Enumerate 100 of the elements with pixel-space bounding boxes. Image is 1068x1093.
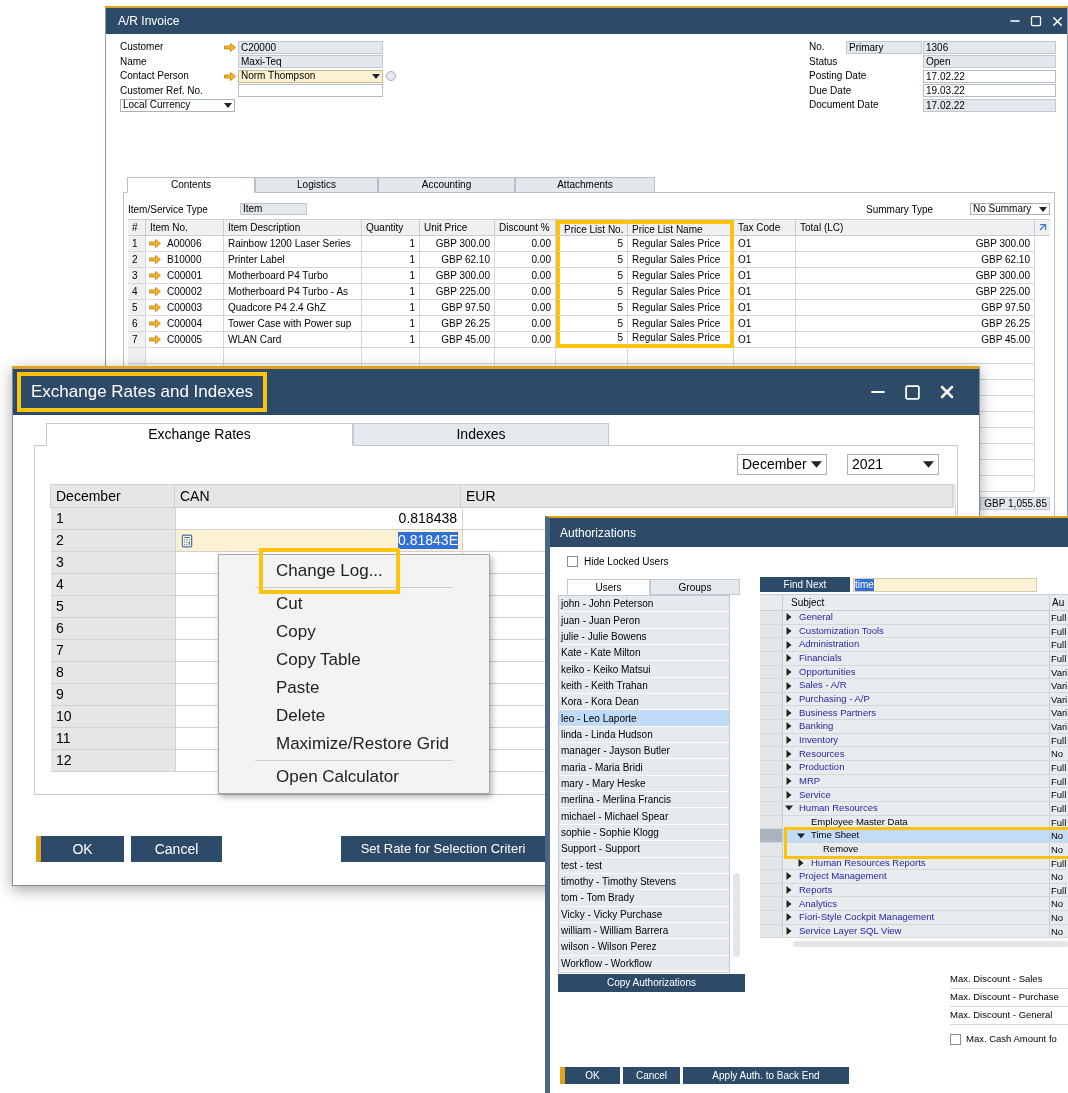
column-header[interactable]: Discount % (495, 219, 556, 236)
tab[interactable]: Exchange Rates (46, 423, 353, 446)
user-list-item[interactable]: keiko - Keiko Matsui (559, 661, 729, 678)
column-header[interactable]: Quantity (362, 219, 420, 236)
tab[interactable]: Accounting (378, 176, 515, 193)
column-header[interactable]: Au (1050, 595, 1068, 610)
user-list-item[interactable]: john - John Peterson (559, 596, 729, 613)
tab[interactable]: Groups (650, 579, 740, 595)
dropdown[interactable]: December (737, 454, 827, 475)
menu-item[interactable]: Change Log... (259, 548, 400, 594)
input-field[interactable]: C20000 (238, 40, 383, 54)
link-arrow-icon[interactable] (224, 71, 236, 81)
tab[interactable]: Contents (127, 176, 255, 193)
user-list-item[interactable]: leo - Leo Laporte (559, 710, 729, 727)
collapsed-arrow-icon[interactable] (785, 681, 793, 690)
scrollbar[interactable] (793, 941, 1068, 948)
column-header[interactable]: Item Description (224, 219, 362, 236)
tree-row[interactable]: Resources No (760, 747, 1068, 762)
tree-row[interactable]: Sales - A/R Vari (760, 679, 1068, 693)
table-cell[interactable]: 0.81843E (176, 530, 463, 552)
tree-row[interactable]: Fiori-Style Cockpit Management No (760, 911, 1068, 925)
dialog-button[interactable]: OK (560, 1067, 620, 1084)
collapsed-arrow-icon[interactable] (785, 790, 793, 799)
tree-row[interactable]: Administration Full (760, 638, 1068, 652)
collapsed-arrow-icon[interactable] (785, 722, 793, 731)
column-header[interactable]: EUR (460, 484, 953, 508)
dropdown[interactable]: 2021 (847, 454, 939, 475)
dropdown[interactable]: No Summary (970, 203, 1050, 215)
maximize-icon[interactable] (904, 383, 921, 401)
maximize-icon[interactable] (1030, 15, 1042, 27)
tree-row[interactable]: General Full (760, 611, 1068, 625)
collapsed-arrow-icon[interactable] (785, 626, 793, 635)
input-field[interactable]: Maxi-Teq (238, 55, 383, 69)
tab[interactable]: Logistics (255, 176, 378, 193)
input-field[interactable]: 19.03.22 (923, 84, 1056, 98)
series-field[interactable]: Primary (846, 40, 922, 54)
tree-row[interactable]: Production Full (760, 761, 1068, 775)
tree-row[interactable]: Analytics No (760, 897, 1068, 912)
collapsed-arrow-icon[interactable] (785, 913, 793, 922)
checkbox[interactable] (567, 556, 578, 567)
column-header[interactable]: Item No. (146, 219, 224, 236)
link-arrow-icon[interactable] (149, 318, 161, 328)
find-next-button[interactable]: Find Next (760, 577, 850, 592)
collapsed-arrow-icon[interactable] (785, 899, 793, 908)
user-list-item[interactable]: juan - Juan Peron (559, 612, 729, 629)
dropdown[interactable]: Local Currency (120, 98, 235, 112)
collapsed-arrow-icon[interactable] (785, 640, 793, 649)
collapsed-arrow-icon[interactable] (785, 777, 793, 785)
collapsed-arrow-icon[interactable] (797, 858, 805, 867)
column-header[interactable]: Total (LC) (796, 219, 1035, 236)
tab[interactable]: Attachments (515, 176, 655, 193)
input-field[interactable]: 17.02.22 (923, 98, 1056, 112)
tree-row[interactable]: Service Full (760, 788, 1068, 802)
link-arrow-icon[interactable] (149, 286, 161, 296)
input-field[interactable]: Open (923, 55, 1056, 69)
scrollbar[interactable] (733, 873, 740, 957)
link-arrow-icon[interactable] (149, 254, 161, 264)
collapsed-arrow-icon[interactable] (785, 872, 793, 881)
tab[interactable]: Users (567, 579, 650, 595)
input-field[interactable]: Item (240, 203, 307, 215)
link-arrow-icon[interactable] (149, 270, 161, 280)
tree-row[interactable]: Business Partners Vari (760, 706, 1068, 721)
tab[interactable]: Indexes (353, 423, 609, 446)
user-list-item[interactable]: maria - Maria Bridi (559, 759, 729, 776)
column-header[interactable]: Subject (783, 595, 1050, 610)
user-list-item[interactable]: wilson - Wilson Perez (559, 939, 729, 956)
user-list-item[interactable]: manager - Jayson Butler (559, 743, 729, 760)
input-field[interactable]: 17.02.22 (923, 69, 1056, 83)
dialog-button[interactable]: Cancel (623, 1067, 680, 1084)
collapsed-arrow-icon[interactable] (785, 749, 793, 758)
user-list-item[interactable]: Kora - Kora Dean (559, 694, 729, 711)
link-arrow-icon[interactable] (149, 334, 161, 344)
collapsed-arrow-icon[interactable] (785, 654, 793, 663)
collapsed-arrow-icon[interactable] (785, 667, 793, 676)
collapsed-arrow-icon[interactable] (785, 886, 793, 895)
user-list-item[interactable]: Support - Support (559, 841, 729, 858)
tree-row[interactable]: Project Management No (760, 870, 1068, 884)
copy-authorizations-button[interactable]: Copy Authorizations (558, 973, 745, 992)
expanded-arrow-icon[interactable] (785, 804, 793, 813)
collapsed-arrow-icon[interactable] (785, 695, 793, 704)
user-list-item[interactable]: merlina - Merlina Francis (559, 792, 729, 809)
collapsed-arrow-icon[interactable] (785, 613, 793, 622)
user-list-item[interactable]: michael - Michael Spear (559, 808, 729, 825)
column-header[interactable]: Unit Price (420, 219, 495, 236)
checkbox[interactable] (950, 1034, 961, 1045)
input-field[interactable]: 1306 (923, 40, 1056, 54)
column-header[interactable]: Price List No. (556, 219, 628, 236)
tree-row[interactable]: Banking Vari (760, 720, 1068, 734)
dialog-button[interactable]: Apply Auth. to Back End (683, 1067, 849, 1084)
collapsed-arrow-icon[interactable] (785, 763, 793, 772)
link-arrow-icon[interactable] (149, 302, 161, 312)
column-header[interactable]: # (128, 219, 146, 236)
column-header[interactable]: Tax Code (734, 219, 796, 236)
expanded-arrow-icon[interactable] (797, 831, 805, 840)
link-arrow-icon[interactable] (224, 42, 236, 52)
calculator-icon[interactable] (180, 533, 194, 548)
collapsed-arrow-icon[interactable] (785, 708, 793, 717)
column-header[interactable]: Price List Name (628, 219, 734, 236)
collapsed-arrow-icon[interactable] (785, 736, 793, 745)
user-list-item[interactable]: tom - Tom Brady (559, 890, 729, 907)
